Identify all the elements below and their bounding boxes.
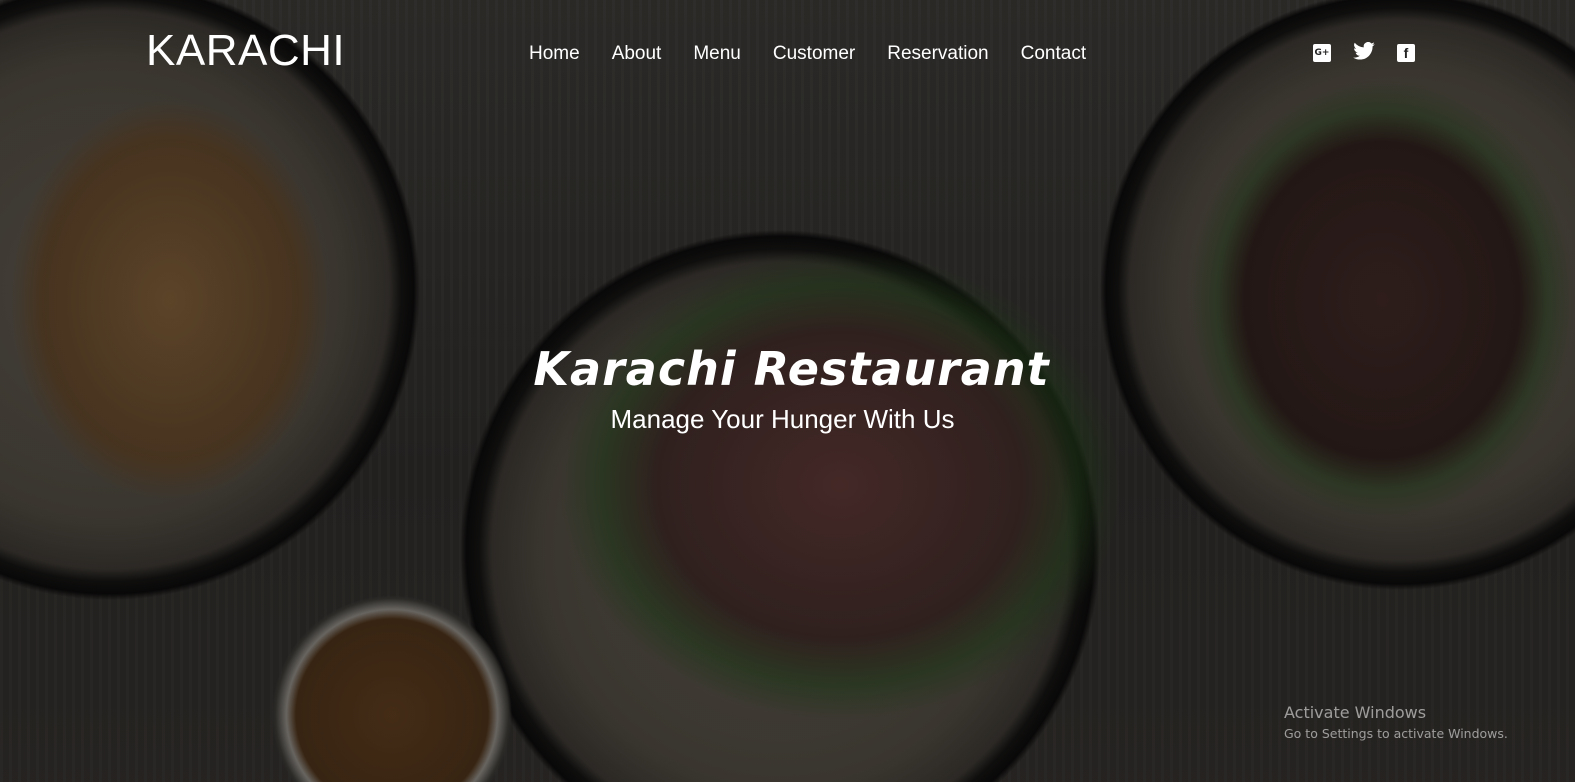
windows-activation-watermark: Activate Windows Go to Settings to activ… <box>1284 703 1508 741</box>
watermark-subtitle: Go to Settings to activate Windows. <box>1284 726 1508 741</box>
nav-reservation[interactable]: Reservation <box>887 43 988 65</box>
watermark-title: Activate Windows <box>1284 703 1427 722</box>
main-nav: Home About Menu Customer Reservation Con… <box>529 43 1086 65</box>
nav-about[interactable]: About <box>612 43 662 65</box>
nav-menu[interactable]: Menu <box>693 43 741 65</box>
twitter-icon[interactable] <box>1353 41 1375 64</box>
nav-home[interactable]: Home <box>529 43 580 65</box>
nav-contact[interactable]: Contact <box>1021 43 1086 65</box>
google-plus-icon[interactable]: G+ <box>1313 44 1331 62</box>
site-logo[interactable]: KARACHI <box>146 26 345 76</box>
nav-customer[interactable]: Customer <box>773 43 855 65</box>
hero-subtitle: Manage Your Hunger With Us <box>610 404 955 434</box>
hero-title: Karachi Restaurant <box>533 342 1050 396</box>
social-links: G+ f <box>1313 41 1415 64</box>
facebook-icon[interactable]: f <box>1397 44 1415 62</box>
background-image: { "header":{"logo":"KARACHI", "nav":["Ho… <box>0 0 1575 782</box>
